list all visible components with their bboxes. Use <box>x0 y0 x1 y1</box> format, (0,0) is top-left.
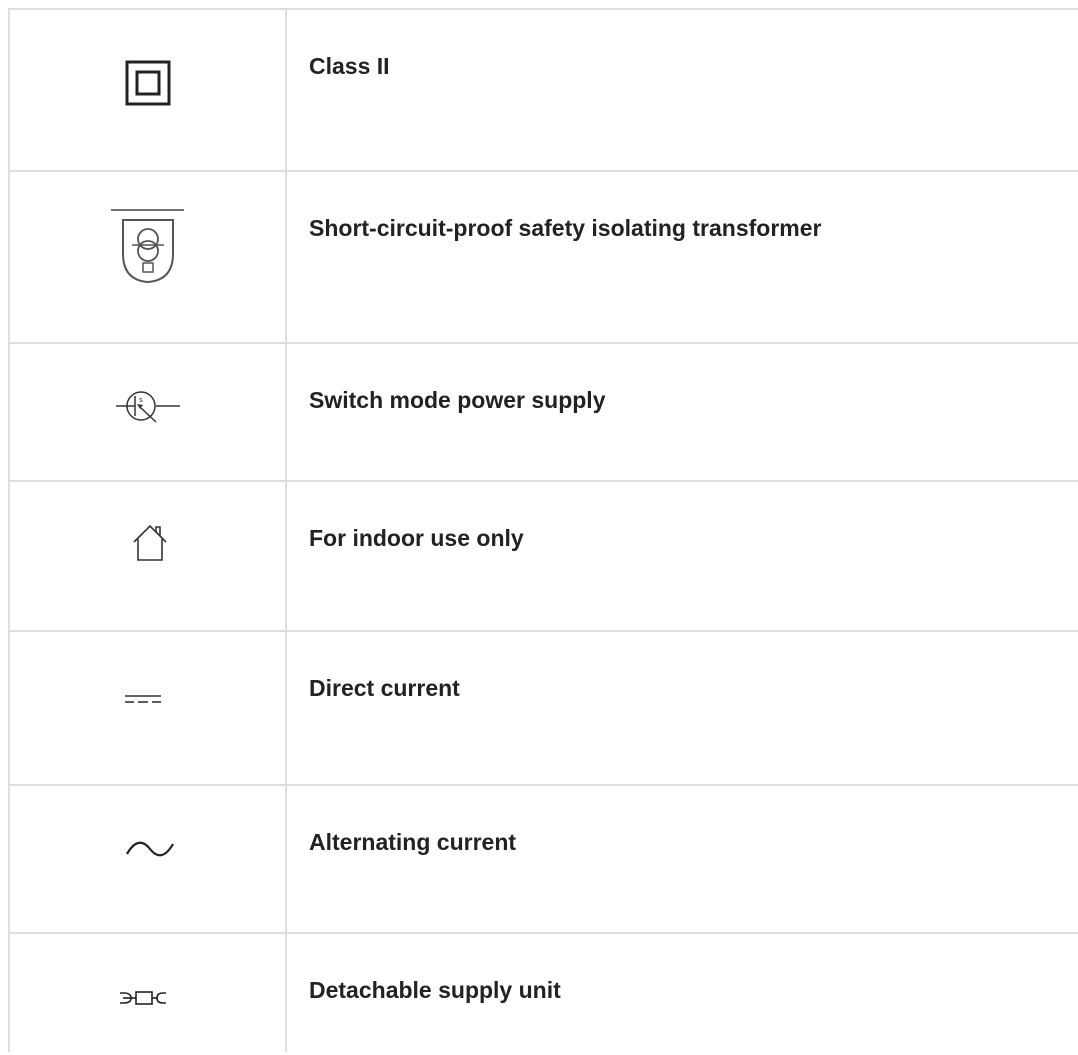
icon-cell <box>10 934 287 1052</box>
safety-isolating-transformer-icon <box>110 208 186 288</box>
symbol-description: For indoor use only <box>309 525 524 551</box>
icon-cell <box>10 172 287 342</box>
symbol-description: Alternating current <box>309 829 517 855</box>
class-ii-double-square-icon <box>125 60 171 106</box>
table-row: Short-circuit-proof safety isolating tra… <box>10 172 1078 344</box>
table-row: Class II <box>10 10 1078 172</box>
table-row: s Switch mode power supply <box>10 344 1078 482</box>
switch-mode-power-supply-icon: s <box>116 388 186 426</box>
detachable-supply-unit-icon <box>119 990 169 1006</box>
icon-cell <box>10 632 287 784</box>
table-row: Detachable supply unit <box>10 934 1078 1052</box>
symbol-table: Class II Short-circuit-proof safety isol… <box>8 8 1078 1052</box>
direct-current-icon <box>123 692 163 706</box>
symbol-description: Detachable supply unit <box>309 977 561 1003</box>
symbol-description: Direct current <box>309 675 460 701</box>
icon-cell <box>10 482 287 630</box>
table-row: For indoor use only <box>10 482 1078 632</box>
table-row: Direct current <box>10 632 1078 786</box>
symbol-description: Switch mode power supply <box>309 387 606 413</box>
table-row: Alternating current <box>10 786 1078 934</box>
icon-cell <box>10 786 287 932</box>
symbol-description: Class II <box>309 53 390 79</box>
icon-cell <box>10 10 287 170</box>
indoor-house-icon <box>129 522 171 564</box>
svg-text:s: s <box>139 396 143 404</box>
icon-cell: s <box>10 344 287 480</box>
symbol-description: Short-circuit-proof safety isolating tra… <box>309 215 822 241</box>
alternating-current-icon <box>125 838 175 860</box>
